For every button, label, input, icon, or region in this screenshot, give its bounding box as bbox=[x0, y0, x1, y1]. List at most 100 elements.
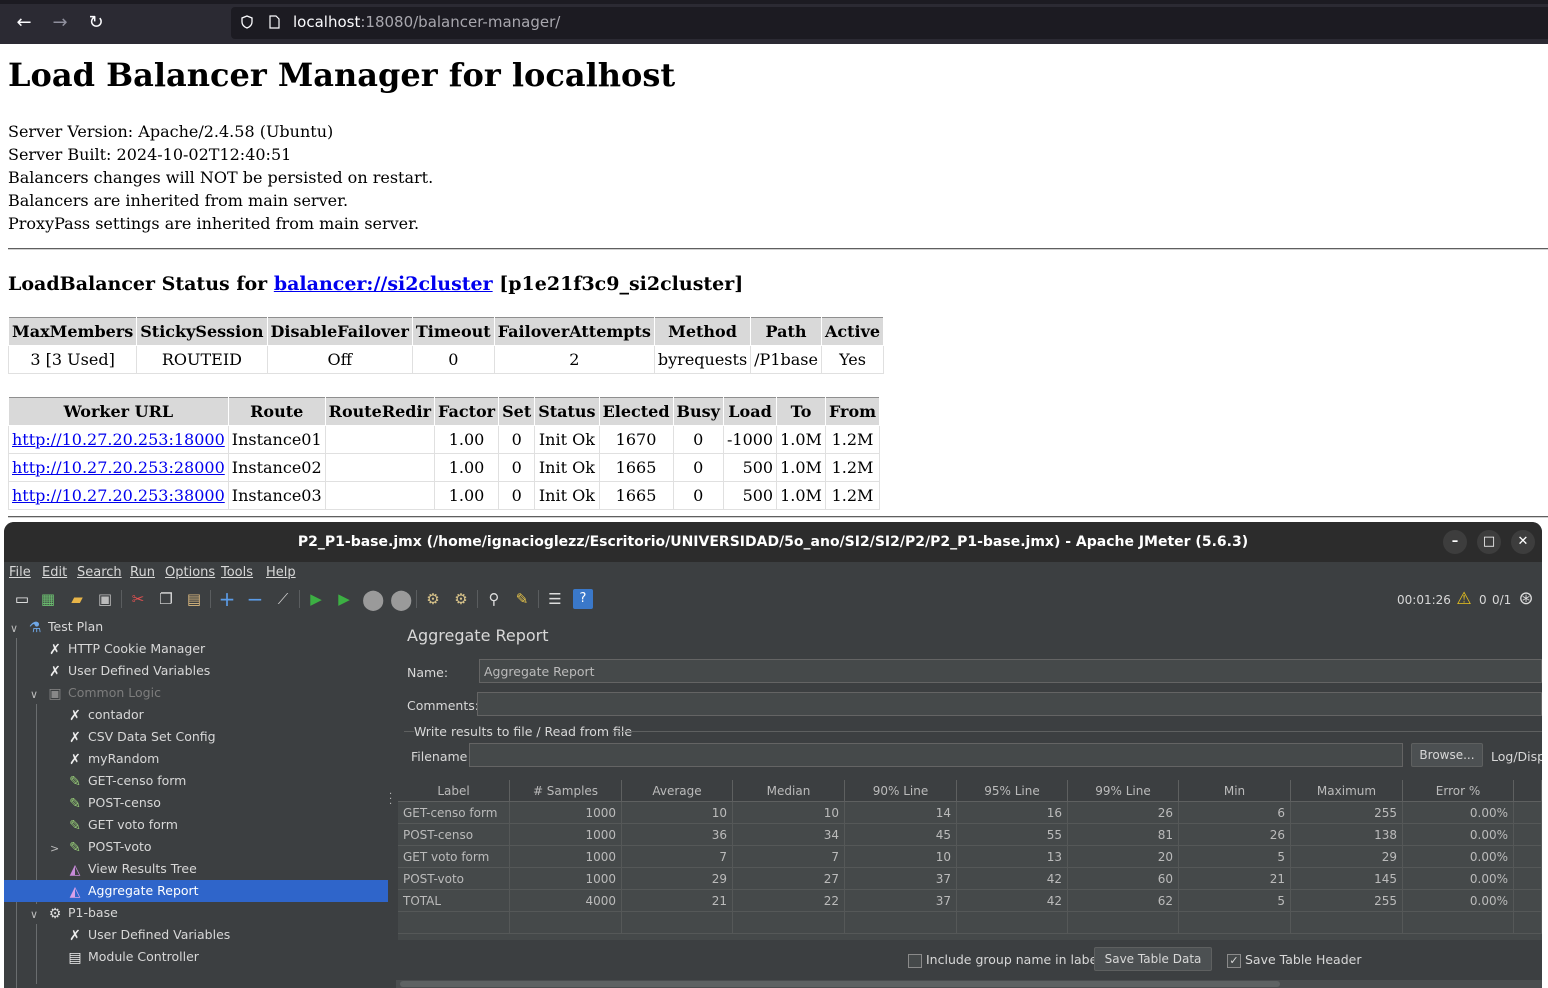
menu-tools[interactable]: Tools bbox=[221, 565, 253, 580]
status-heading-prefix: LoadBalancer Status for bbox=[8, 273, 268, 295]
collapse-icon[interactable]: − bbox=[245, 589, 265, 609]
templates-icon[interactable]: ▦ bbox=[38, 589, 58, 609]
tree-node-post-censo[interactable]: ✎ POST-censo bbox=[66, 792, 388, 814]
minimize-icon[interactable]: – bbox=[1443, 530, 1467, 554]
tree-node-label: POST-censo bbox=[88, 795, 161, 810]
scrollbar-thumb[interactable] bbox=[400, 981, 1280, 987]
table-cell: Init Ok bbox=[534, 481, 600, 510]
shutdown-icon[interactable]: ⬤ bbox=[390, 589, 412, 609]
tree-node-user-vars[interactable]: ✗ User Defined Variables bbox=[46, 660, 388, 682]
menu-search[interactable]: Search bbox=[77, 565, 122, 580]
start-no-pauses-icon[interactable]: ▶ bbox=[334, 589, 354, 609]
table-cell: 3 [3 Used] bbox=[7, 345, 138, 374]
chevron-down-icon[interactable]: ∨ bbox=[10, 622, 18, 635]
tree-node-aggregate-report[interactable]: ◭ Aggregate Report bbox=[4, 880, 388, 902]
col-header[interactable]: 95% Line bbox=[957, 780, 1068, 802]
reset-search-icon[interactable]: ✎ bbox=[512, 589, 532, 609]
splitter-handle[interactable]: · · · bbox=[388, 616, 396, 988]
col-header[interactable]: Maximum bbox=[1291, 780, 1403, 802]
tree-node-p1-base[interactable]: ⚙ P1-base bbox=[46, 902, 388, 924]
start-icon[interactable]: ▶ bbox=[306, 589, 326, 609]
copy-icon[interactable]: ❐ bbox=[156, 589, 176, 609]
menu-options[interactable]: Options bbox=[165, 565, 215, 580]
table-cell: 34 bbox=[733, 824, 845, 846]
remote-status-icon[interactable]: ⊛ bbox=[1516, 589, 1536, 609]
balancer-table: MaxMembers StickySession DisableFailover… bbox=[7, 317, 885, 374]
save-icon[interactable]: ▣ bbox=[95, 589, 115, 609]
tree-node-common-logic[interactable]: ▣ Common Logic bbox=[46, 682, 388, 704]
comments-field[interactable] bbox=[477, 692, 1542, 716]
chevron-right-icon[interactable]: > bbox=[50, 842, 59, 855]
shield-icon[interactable] bbox=[241, 15, 253, 29]
reload-icon[interactable]: ↻ bbox=[84, 11, 108, 35]
tree-node-contador[interactable]: ✗ contador bbox=[66, 704, 388, 726]
table-cell: Instance02 bbox=[227, 453, 326, 482]
col-header[interactable]: Average bbox=[622, 780, 733, 802]
worker-link[interactable]: http://10.27.20.253:28000 bbox=[12, 458, 225, 477]
col-header[interactable]: Error % bbox=[1403, 780, 1514, 802]
tree-node-view-results[interactable]: ◭ View Results Tree bbox=[66, 858, 388, 880]
tree-node-post-voto[interactable]: ✎ POST-voto bbox=[66, 836, 388, 858]
col-header[interactable]: 99% Line bbox=[1068, 780, 1179, 802]
col-header[interactable]: Label bbox=[398, 780, 510, 802]
worker-link[interactable]: http://10.27.20.253:18000 bbox=[12, 430, 225, 449]
tree-node-get-voto[interactable]: ✎ GET voto form bbox=[66, 814, 388, 836]
paste-icon[interactable]: ▤ bbox=[184, 589, 204, 609]
worker-link[interactable]: http://10.27.20.253:38000 bbox=[12, 486, 225, 505]
close-icon[interactable]: ✕ bbox=[1511, 530, 1535, 554]
table-cell: 0 bbox=[498, 453, 536, 482]
tree-node-myrandom[interactable]: ✗ myRandom bbox=[66, 748, 388, 770]
tree-node-user-vars-2[interactable]: ✗ User Defined Variables bbox=[66, 924, 388, 946]
new-icon[interactable]: ▭ bbox=[12, 589, 32, 609]
module-controller-icon: ▤ bbox=[68, 949, 82, 966]
help-icon[interactable]: ? bbox=[573, 589, 593, 609]
back-icon[interactable]: ← bbox=[12, 11, 36, 35]
browse-button[interactable]: Browse... bbox=[1411, 743, 1483, 767]
table-cell: byrequests bbox=[653, 345, 752, 374]
col-header[interactable]: Min bbox=[1179, 780, 1291, 802]
menu-edit[interactable]: Edit bbox=[42, 565, 67, 580]
clear-icon[interactable]: ⚙ bbox=[423, 589, 443, 609]
warning-icon[interactable]: ⚠ bbox=[1454, 589, 1474, 609]
tree-node-get-censo[interactable]: ✎ GET-censo form bbox=[66, 770, 388, 792]
table-cell: 5 bbox=[1179, 890, 1291, 912]
toggle-icon[interactable]: ⟋ bbox=[273, 589, 293, 609]
menu-run[interactable]: Run bbox=[130, 565, 155, 580]
address-bar[interactable]: localhost:18080/balancer-manager/ bbox=[231, 7, 1548, 39]
table-cell: 14 bbox=[845, 802, 957, 824]
col-header[interactable]: Median bbox=[733, 780, 845, 802]
chevron-down-icon[interactable]: ∨ bbox=[30, 908, 38, 921]
menu-file[interactable]: File bbox=[9, 565, 31, 580]
table-cell: 0 bbox=[672, 481, 724, 510]
save-table-data-button[interactable]: Save Table Data bbox=[1094, 947, 1212, 971]
tree-node-test-plan[interactable]: ⚗ Test Plan bbox=[26, 616, 388, 638]
chevron-down-icon[interactable]: ∨ bbox=[30, 688, 38, 701]
tree-node-csv[interactable]: ✗ CSV Data Set Config bbox=[66, 726, 388, 748]
stop-icon[interactable]: ⬤ bbox=[362, 589, 384, 609]
search-icon[interactable]: ⚲ bbox=[484, 589, 504, 609]
table-cell bbox=[1514, 868, 1542, 890]
window-titlebar[interactable]: P2_P1-base.jmx (/home/ignacioglezz/Escri… bbox=[4, 522, 1542, 562]
url-text[interactable]: localhost:18080/balancer-manager/ bbox=[293, 13, 560, 31]
table-cell bbox=[1514, 890, 1542, 912]
col-header[interactable]: 90% Line bbox=[845, 780, 957, 802]
tree-node-module-controller[interactable]: ▤ Module Controller bbox=[66, 946, 388, 968]
empty-cell bbox=[1179, 912, 1291, 934]
horizontal-scrollbar[interactable] bbox=[396, 980, 1542, 988]
col-header[interactable]: # Samples bbox=[510, 780, 622, 802]
open-icon[interactable]: ▰ bbox=[67, 589, 87, 609]
forward-icon[interactable]: → bbox=[48, 11, 72, 35]
filename-field[interactable] bbox=[469, 743, 1403, 767]
function-helper-icon[interactable]: ☰ bbox=[545, 589, 565, 609]
balancer-link[interactable]: balancer://si2cluster bbox=[274, 273, 493, 295]
maximize-icon[interactable]: □ bbox=[1477, 530, 1501, 554]
save-table-header-checkbox[interactable]: ✓ bbox=[1227, 954, 1241, 968]
cut-icon[interactable]: ✂ bbox=[128, 589, 148, 609]
tree-node-cookie-manager[interactable]: ✗ HTTP Cookie Manager bbox=[46, 638, 388, 660]
name-field[interactable]: Aggregate Report bbox=[479, 659, 1542, 683]
menu-help[interactable]: Help bbox=[266, 565, 296, 580]
clear-all-icon[interactable]: ⚙ bbox=[451, 589, 471, 609]
include-group-checkbox[interactable] bbox=[908, 954, 922, 968]
table-cell: 1.00 bbox=[433, 481, 500, 510]
expand-icon[interactable]: + bbox=[217, 589, 237, 609]
